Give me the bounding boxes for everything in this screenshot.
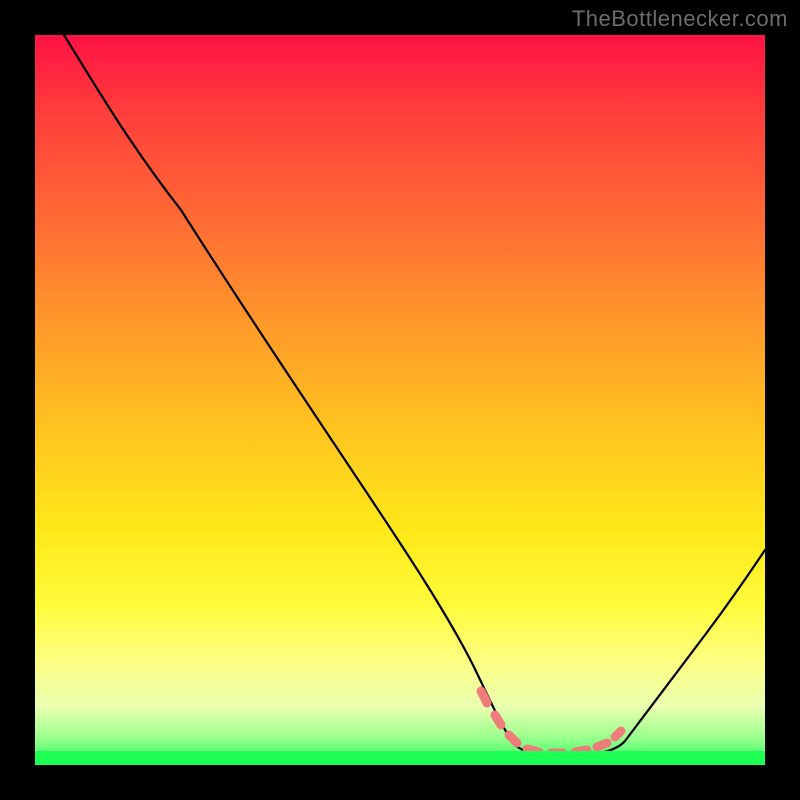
- optimal-zone-marker: [481, 691, 621, 753]
- green-baseline-strip: [35, 751, 765, 765]
- chart-frame: TheBottlenecker.com: [0, 0, 800, 800]
- chart-svg: [35, 35, 765, 765]
- plot-area: [35, 35, 765, 765]
- watermark-text: TheBottlenecker.com: [572, 6, 788, 32]
- bottleneck-curve: [64, 35, 765, 757]
